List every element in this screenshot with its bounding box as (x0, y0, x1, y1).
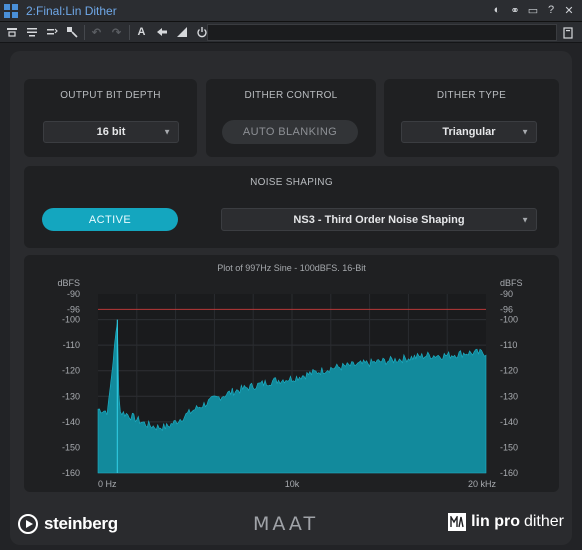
y-tick-label-right: -160 (500, 468, 518, 478)
noise-shaping-active-button[interactable]: ACTIVE (42, 208, 178, 231)
plugin-toolbar: ↶ ↷ A (0, 22, 582, 43)
y-tick-label-right: -130 (500, 391, 518, 401)
window-layout-icon[interactable]: ▭ (526, 3, 540, 17)
auto-blanking-button[interactable]: AUTO BLANKING (222, 120, 358, 144)
y-tick-label-right: -150 (500, 442, 518, 452)
compare-icon[interactable] (3, 24, 20, 41)
y-tick-label-left: -130 (62, 391, 80, 401)
y-tick-label-right: -96 (500, 304, 513, 314)
y-tick-label-left: -150 (62, 442, 80, 452)
steinberg-wordmark: steinberg (44, 514, 118, 533)
noise-shaping-panel: NOISE SHAPING ACTIVE NS3 - Third Order N… (24, 166, 559, 248)
linpro-logo: lin pro dither (448, 513, 564, 531)
preset-browser-icon[interactable] (559, 24, 576, 41)
y-tick-label-right: -110 (500, 340, 517, 350)
footer: steinberg MAAT lin pro dither (10, 497, 572, 545)
y-tick-label-left: -110 (63, 340, 80, 350)
steinberg-logo: steinberg (18, 514, 118, 534)
y-tick-label-left: -160 (62, 468, 80, 478)
linpro-bold-text: lin pro (471, 513, 520, 530)
x-tick-label: 0 Hz (98, 479, 117, 489)
toolbar-divider (84, 24, 85, 40)
y-tick-label-right: -100 (500, 315, 518, 325)
output-bit-depth-panel: OUTPUT BIT DEPTH 16 bit ▼ (24, 79, 197, 157)
maat-badge-icon (448, 513, 467, 531)
dither-control-label: DITHER CONTROL (244, 90, 338, 101)
plugin-window: 2:Final:Lin Dither ◐ ⚭ ▭ ? ✕ ↶ ↷ A OUTPU… (0, 0, 582, 550)
app-grid-icon (4, 3, 18, 18)
y-tick-label-left: -100 (62, 315, 80, 325)
chevron-down-icon: ▼ (521, 215, 529, 224)
preset-name-field[interactable] (207, 24, 557, 41)
y-axis-unit-right: dBFS (500, 278, 523, 288)
maat-logo: MAAT (253, 513, 319, 535)
dither-type-label: DITHER TYPE (436, 90, 507, 101)
spectrum-plot: dBFS dBFS-90 -90-96 -96-100 -100-110 -110-120… (57, 278, 523, 489)
bit-depth-dropdown[interactable]: 16 bit ▼ (43, 121, 179, 143)
arrow-left-icon[interactable] (153, 24, 170, 41)
title-bar: 2:Final:Lin Dither ◐ ⚭ ▭ ? ✕ (0, 0, 582, 22)
chevron-down-icon: ▼ (163, 127, 171, 137)
copy-settings-icon[interactable] (23, 24, 40, 41)
toolbar-divider (129, 24, 130, 40)
linpro-light-text: dither (523, 513, 564, 530)
bit-depth-value: 16 bit (96, 126, 126, 138)
plugin-body: OUTPUT BIT DEPTH 16 bit ▼ DITHER CONTROL… (10, 51, 572, 545)
dither-type-dropdown[interactable]: Triangular ▼ (401, 121, 537, 143)
y-tick-label-right: -120 (500, 366, 518, 376)
noise-shaping-dropdown[interactable]: NS3 - Third Order Noise Shaping ▼ (221, 208, 537, 231)
y-tick-label-left: -96 (67, 304, 80, 314)
help-icon[interactable]: ? (544, 3, 558, 17)
spectrum-plot-panel: Plot of 997Hz Sine - 100dBFS. 16-Bit dBF… (24, 255, 559, 492)
meter-icon[interactable] (173, 24, 190, 41)
output-bit-depth-label: OUTPUT BIT DEPTH (60, 90, 161, 101)
y-tick-label-right: -140 (500, 417, 518, 427)
redo-icon[interactable]: ↷ (108, 24, 125, 41)
dither-type-value: Triangular (442, 126, 496, 138)
y-axis-unit-left: dBFS (57, 278, 80, 288)
y-tick-label-left: -120 (62, 366, 80, 376)
y-tick-label-left: -90 (67, 289, 80, 299)
paste-settings-icon[interactable] (43, 24, 60, 41)
y-tick-label-right: -90 (500, 289, 513, 299)
window-title: 2:Final:Lin Dither (26, 3, 117, 18)
noise-shaping-value: NS3 - Third Order Noise Shaping (293, 213, 465, 226)
x-tick-label: 10k (285, 479, 300, 489)
y-tick-label-left: -140 (62, 417, 80, 427)
close-icon[interactable]: ✕ (562, 3, 576, 17)
dither-control-panel: DITHER CONTROL AUTO BLANKING (206, 79, 376, 157)
steinberg-icon (18, 514, 38, 534)
x-tick-label: 20 kHz (468, 479, 497, 489)
undo-icon[interactable]: ↶ (88, 24, 105, 41)
text-icon[interactable]: A (133, 24, 150, 41)
wrench-icon[interactable] (63, 24, 80, 41)
link-icon[interactable]: ⚭ (508, 3, 522, 17)
chevron-down-icon: ▼ (521, 127, 529, 137)
dither-type-panel: DITHER TYPE Triangular ▼ (384, 79, 559, 157)
noise-shaping-label: NOISE SHAPING (250, 177, 333, 188)
theme-toggle-icon[interactable]: ◐ (490, 3, 504, 17)
